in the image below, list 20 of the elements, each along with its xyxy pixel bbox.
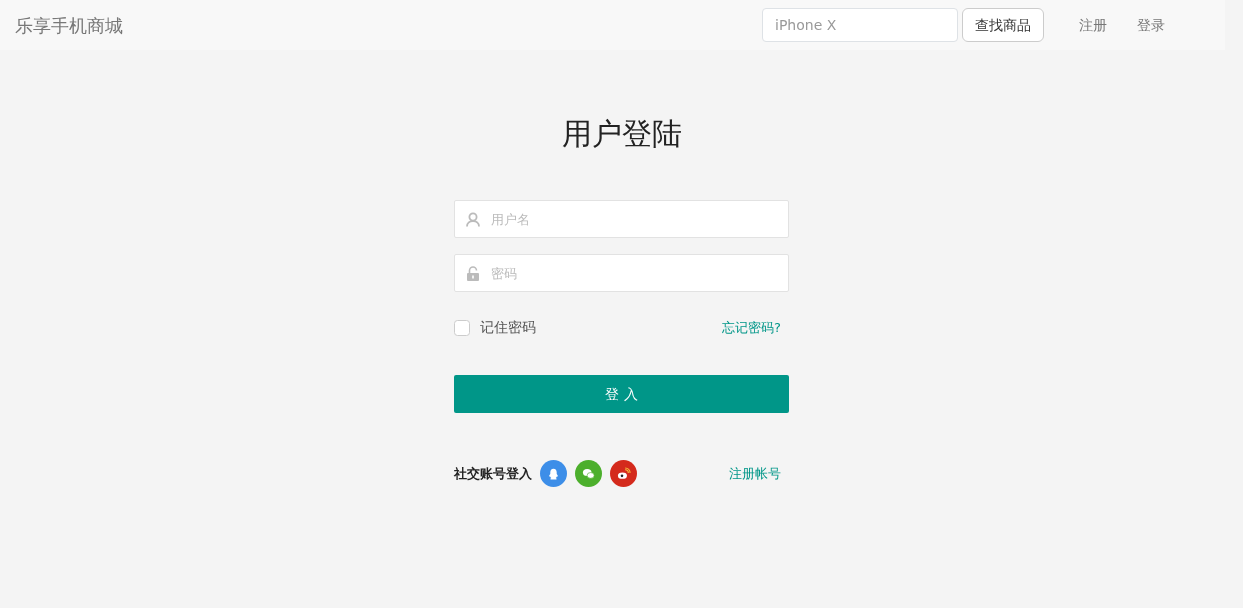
chat-bubbles-icon xyxy=(581,466,596,481)
login-button[interactable]: 登 入 xyxy=(454,375,789,413)
register-link[interactable]: 注册帐号 xyxy=(729,463,781,484)
search-button[interactable]: 查找商品 xyxy=(962,8,1044,42)
eye-icon xyxy=(616,466,631,481)
remember-label: 记住密码 xyxy=(480,318,536,337)
social-login-button[interactable] xyxy=(540,460,567,487)
username-field[interactable]: 用户名 xyxy=(454,200,789,238)
forgot-password-link[interactable]: 忘记密码? xyxy=(722,317,781,338)
social-login-label: 社交账号登入 xyxy=(454,464,532,483)
remember-checkbox[interactable] xyxy=(454,319,470,336)
site-title: 乐享手机商城 xyxy=(15,13,123,38)
social-login-button[interactable] xyxy=(575,460,602,487)
social-login-button[interactable] xyxy=(610,460,637,487)
page-title: 用户登陆 xyxy=(560,116,683,152)
nav-link[interactable]: 登录 xyxy=(1122,14,1180,36)
nav-link[interactable]: 注册 xyxy=(1064,14,1122,36)
penguin-icon xyxy=(546,466,561,481)
search-field[interactable]: iPhone X xyxy=(762,8,958,42)
password-field[interactable]: 密码 xyxy=(454,254,789,292)
